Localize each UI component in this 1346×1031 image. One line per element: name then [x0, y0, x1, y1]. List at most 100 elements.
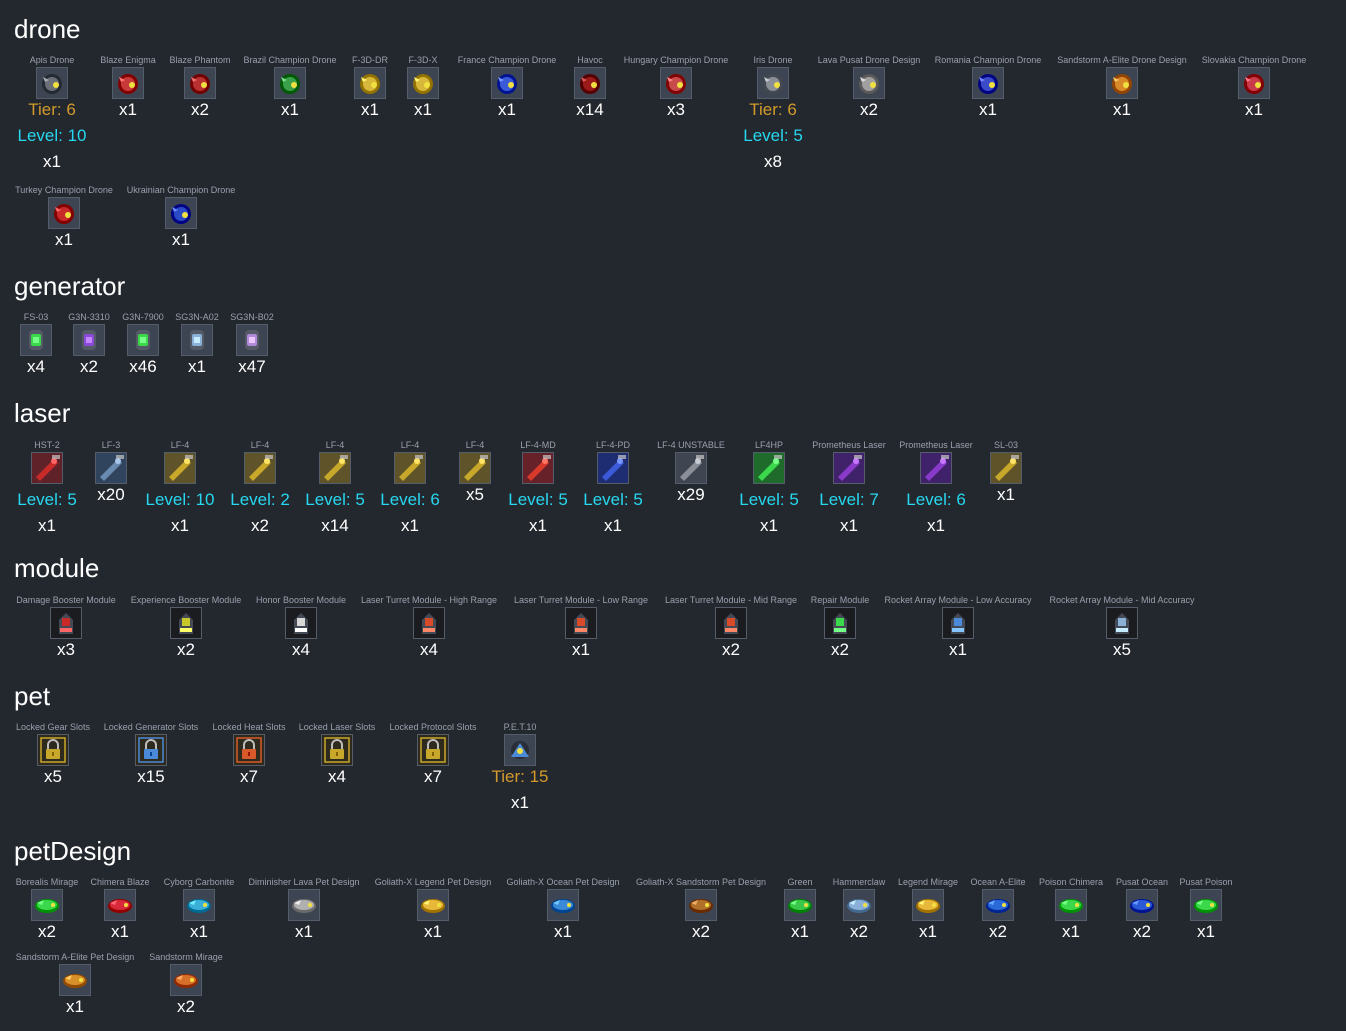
green-icon[interactable]	[784, 889, 816, 921]
lf-4-icon[interactable]	[244, 452, 276, 484]
experience-booster-module-icon[interactable]	[170, 607, 202, 639]
item-count: x1	[604, 516, 622, 535]
item-count: x1	[840, 516, 858, 535]
item-name: G3N-3310	[68, 312, 110, 322]
item-count: x29	[677, 485, 705, 504]
item-count: x1	[791, 922, 809, 941]
blaze-phantom-icon[interactable]	[184, 67, 216, 99]
borealis-mirage-icon[interactable]	[31, 889, 63, 921]
item-count: x2	[191, 100, 209, 119]
lf-3-icon[interactable]	[95, 452, 127, 484]
item-name: LF-4-PD	[596, 440, 631, 450]
item-count: x1	[511, 793, 529, 812]
f-3d-dr-icon[interactable]	[354, 67, 386, 99]
blaze-enigma-icon[interactable]	[112, 67, 144, 99]
item-count: x2	[850, 922, 868, 941]
lf-4-unstable-icon[interactable]	[675, 452, 707, 484]
item-count: x5	[1113, 640, 1131, 659]
prometheus-laser-icon[interactable]	[833, 452, 865, 484]
lf-4-icon[interactable]	[164, 452, 196, 484]
hammerclaw-icon[interactable]	[843, 889, 875, 921]
item-count: x5	[466, 485, 484, 504]
item-count: x1	[190, 922, 208, 941]
france-champion-drone-icon[interactable]	[491, 67, 523, 99]
slovakia-champion-drone-icon[interactable]	[1238, 67, 1270, 99]
goliath-x-ocean-pet-design-icon[interactable]	[547, 889, 579, 921]
g3n-3310-icon[interactable]	[73, 324, 105, 356]
item-count: x4	[328, 767, 346, 786]
laser-turret-module-low-range-icon[interactable]	[565, 607, 597, 639]
pusat-poison-icon[interactable]	[1190, 889, 1222, 921]
lava-pusat-drone-design-icon[interactable]	[853, 67, 885, 99]
romania-champion-drone-icon[interactable]	[972, 67, 1004, 99]
item-name: HST-2	[34, 440, 60, 450]
item-name: F-3D-DR	[352, 55, 388, 65]
repair-module-icon[interactable]	[824, 607, 856, 639]
item-name: Damage Booster Module	[16, 595, 116, 605]
rocket-array-module-mid-accuracy-icon[interactable]	[1106, 607, 1138, 639]
item-name: France Champion Drone	[457, 55, 557, 65]
lf4hp-icon[interactable]	[753, 452, 785, 484]
item-name: Poison Chimera	[1038, 877, 1104, 887]
laser-turret-module-mid-range-icon[interactable]	[715, 607, 747, 639]
item-name: Prometheus Laser	[899, 440, 973, 450]
item-name: P.E.T.10	[503, 722, 537, 732]
pet-10-icon[interactable]	[504, 734, 536, 766]
sandstorm-a-elite-drone-design-icon[interactable]	[1106, 67, 1138, 99]
lf-4-md-icon[interactable]	[522, 452, 554, 484]
item-name: Locked Generator Slots	[103, 722, 199, 732]
brazil-champion-drone-icon[interactable]	[274, 67, 306, 99]
pusat-ocean-icon[interactable]	[1126, 889, 1158, 921]
havoc-icon[interactable]	[574, 67, 606, 99]
hst-2-icon[interactable]	[31, 452, 63, 484]
lf-4-icon[interactable]	[394, 452, 426, 484]
ukrainian-champion-drone-icon[interactable]	[165, 197, 197, 229]
iris-drone-icon[interactable]	[757, 67, 789, 99]
item-count: x1	[1062, 922, 1080, 941]
locked-protocol-slots-icon[interactable]	[417, 734, 449, 766]
goliath-x-legend-pet-design-icon[interactable]	[417, 889, 449, 921]
damage-booster-module-icon[interactable]	[50, 607, 82, 639]
poison-chimera-icon[interactable]	[1055, 889, 1087, 921]
laser-turret-module-high-range-icon[interactable]	[413, 607, 445, 639]
prometheus-laser-icon[interactable]	[920, 452, 952, 484]
locked-laser-slots-icon[interactable]	[321, 734, 353, 766]
item-name: Turkey Champion Drone	[15, 185, 113, 195]
locked-generator-slots-icon[interactable]	[135, 734, 167, 766]
item-count: x2	[80, 357, 98, 376]
lf-4-pd-icon[interactable]	[597, 452, 629, 484]
sandstorm-a-elite-pet-design-icon[interactable]	[59, 964, 91, 996]
locked-heat-slots-icon[interactable]	[233, 734, 265, 766]
item-count: x1	[760, 516, 778, 535]
sandstorm-mirage-icon[interactable]	[170, 964, 202, 996]
sg3n-b02-icon[interactable]	[236, 324, 268, 356]
ocean-a-elite-icon[interactable]	[982, 889, 1014, 921]
rocket-array-module-low-accuracy-icon[interactable]	[942, 607, 974, 639]
sl-03-icon[interactable]	[990, 452, 1022, 484]
legend-mirage-icon[interactable]	[912, 889, 944, 921]
item-count: x4	[420, 640, 438, 659]
cyborg-carbonite-icon[interactable]	[183, 889, 215, 921]
g3n-7900-icon[interactable]	[127, 324, 159, 356]
sg3n-a02-icon[interactable]	[181, 324, 213, 356]
item-tier: Tier: 6	[749, 100, 797, 119]
item-count: x14	[576, 100, 604, 119]
category-title-module: module	[14, 553, 100, 583]
chimera-blaze-icon[interactable]	[104, 889, 136, 921]
apis-drone-icon[interactable]	[36, 67, 68, 99]
item-count: x7	[240, 767, 258, 786]
diminisher-lava-pet-design-icon[interactable]	[288, 889, 320, 921]
lf-4-icon[interactable]	[459, 452, 491, 484]
item-count: x1	[1197, 922, 1215, 941]
turkey-champion-drone-icon[interactable]	[48, 197, 80, 229]
lf-4-icon[interactable]	[319, 452, 351, 484]
f-3d-x-icon[interactable]	[407, 67, 439, 99]
hungary-champion-drone-icon[interactable]	[660, 67, 692, 99]
goliath-x-sandstorm-pet-design-icon[interactable]	[685, 889, 717, 921]
item-count: x1	[361, 100, 379, 119]
honor-booster-module-icon[interactable]	[285, 607, 317, 639]
locked-gear-slots-icon[interactable]	[37, 734, 69, 766]
item-name: LF-4	[170, 440, 190, 450]
item-count: x2	[251, 516, 269, 535]
fs-03-icon[interactable]	[20, 324, 52, 356]
